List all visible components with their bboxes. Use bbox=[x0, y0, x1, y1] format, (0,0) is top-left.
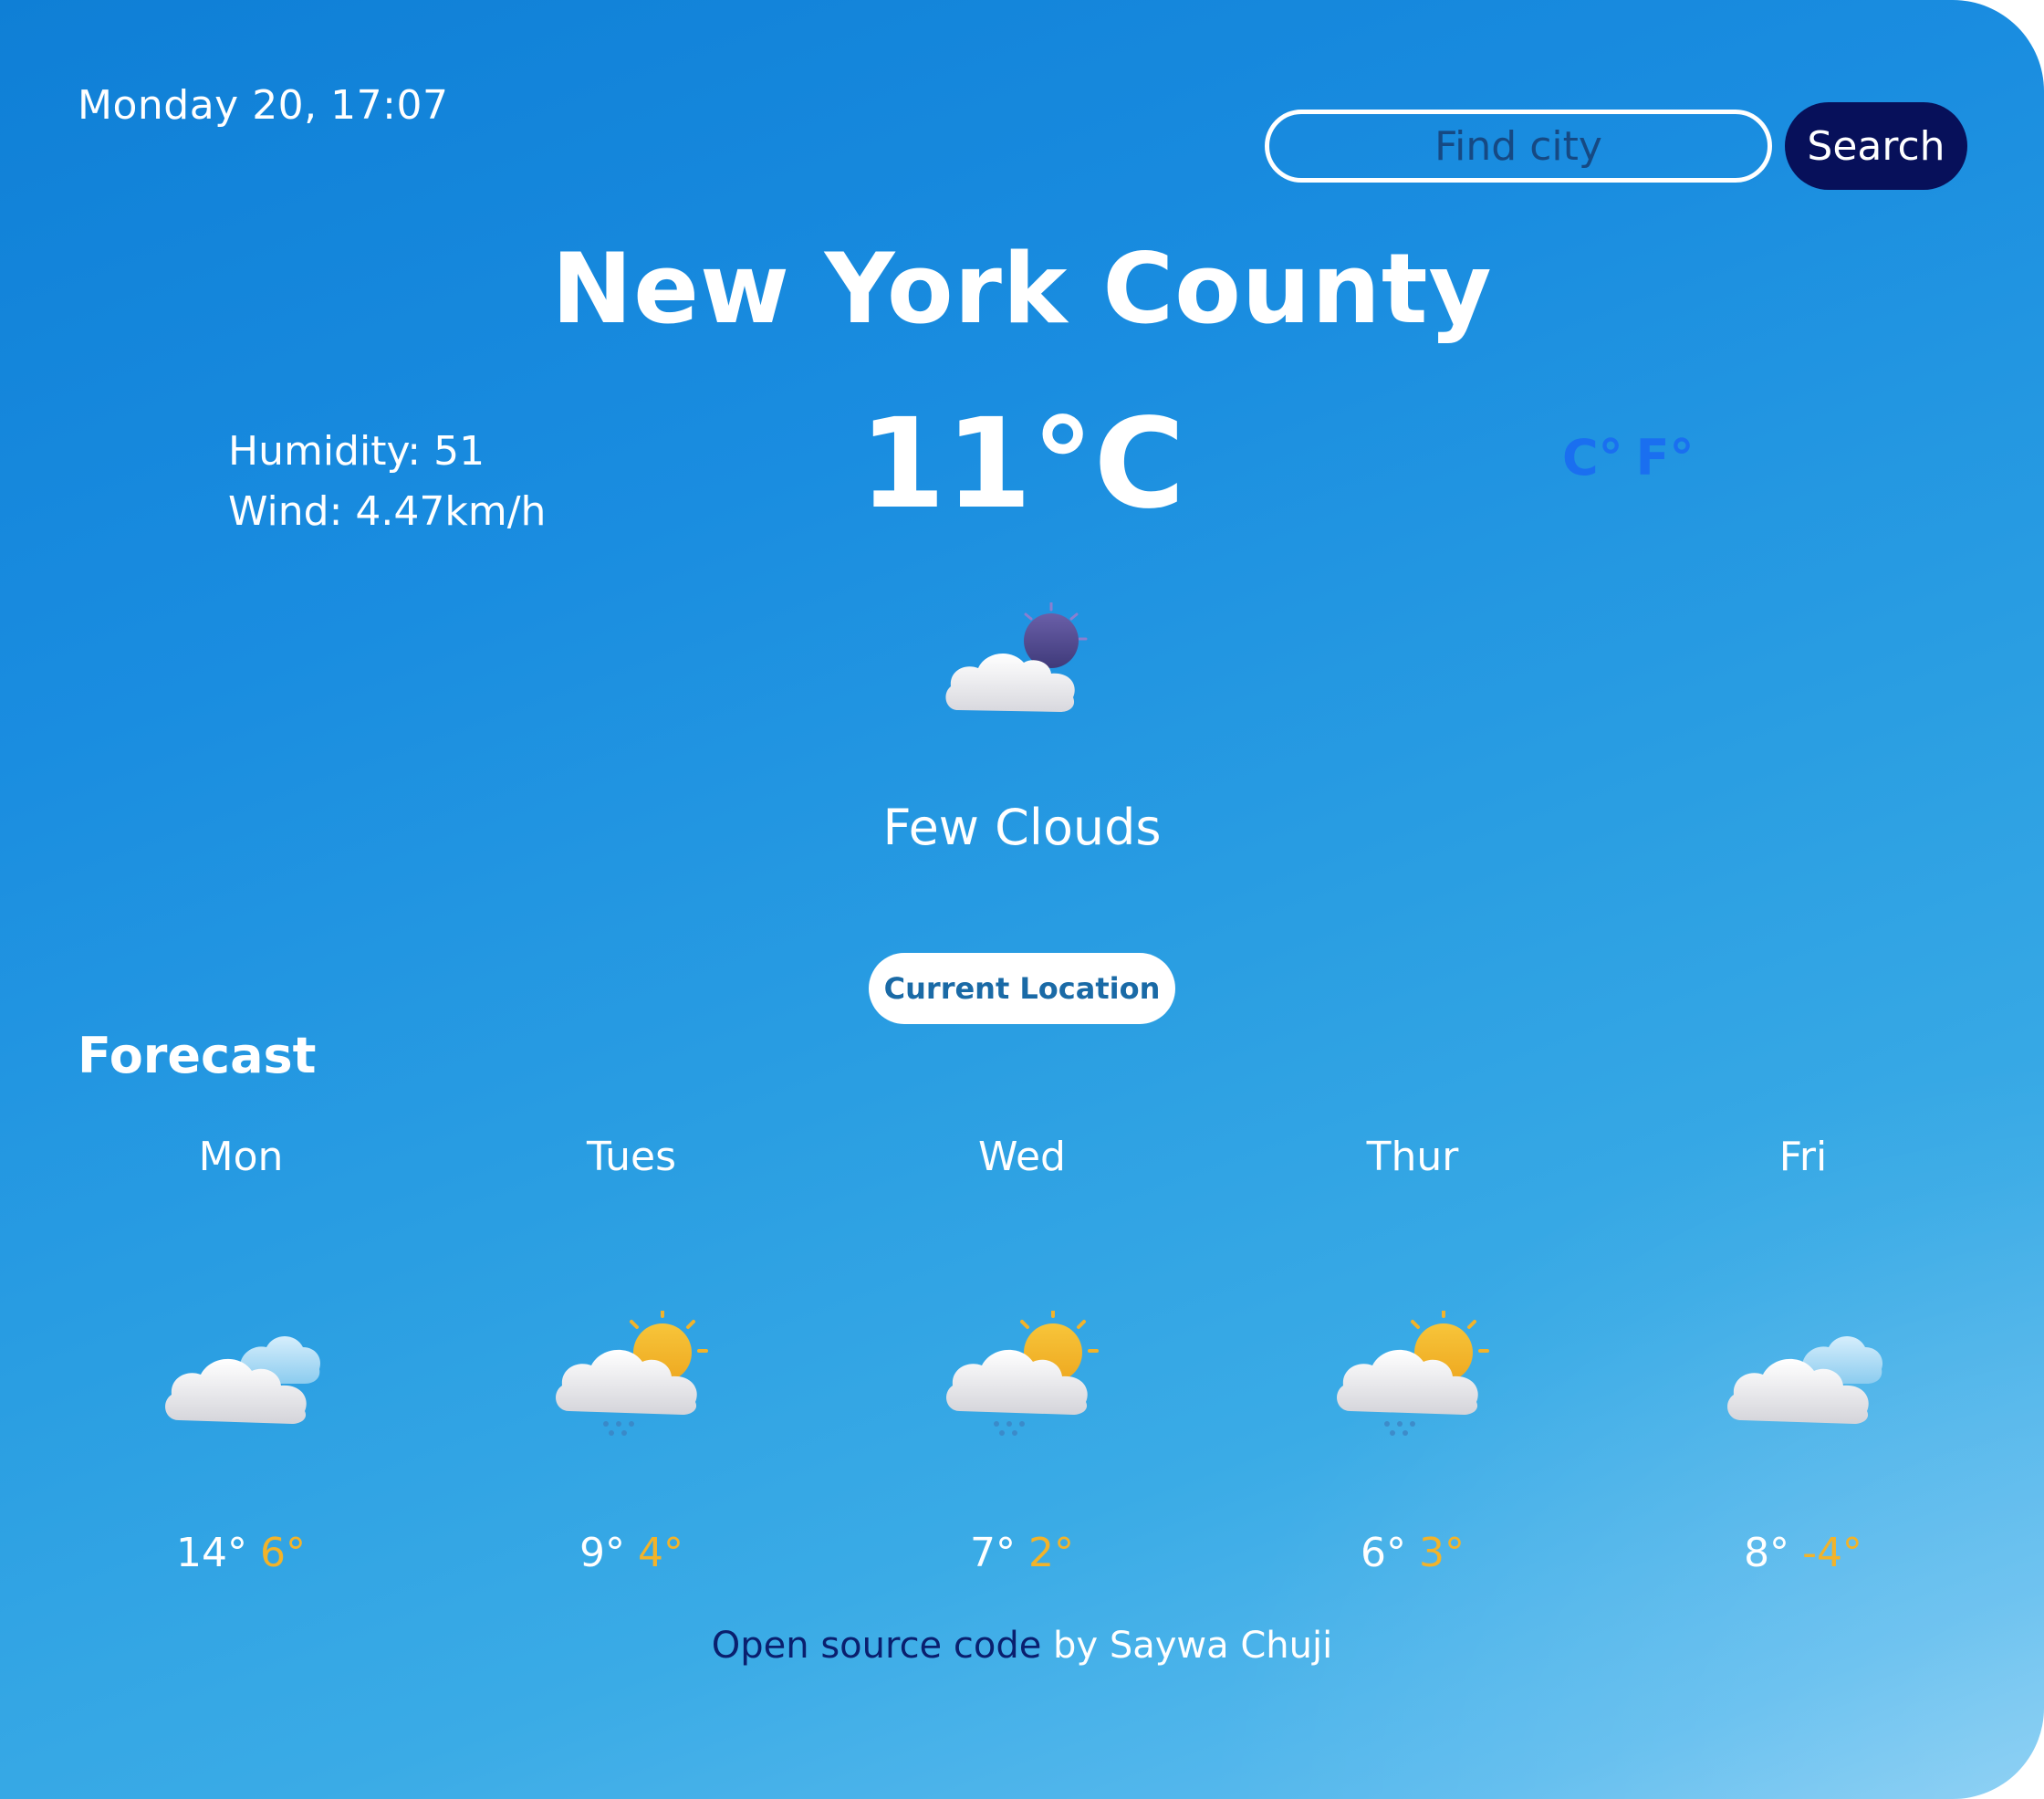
forecast-day: Thur 6° 3° bbox=[1276, 1132, 1549, 1576]
city-name: New York County bbox=[551, 233, 1493, 345]
forecast-max-temp: 6° bbox=[1361, 1530, 1406, 1576]
forecast-min-temp: 2° bbox=[1028, 1530, 1074, 1576]
cloudy-icon bbox=[1727, 1336, 1883, 1424]
forecast-max-temp: 14° bbox=[176, 1530, 247, 1576]
forecast-day-name: Thur bbox=[1366, 1134, 1459, 1180]
current-temperature: 11°C bbox=[859, 392, 1185, 537]
weather-description: Few Clouds bbox=[882, 799, 1162, 856]
forecast-title: Forecast bbox=[78, 1027, 317, 1084]
forecast-temps: 6° 3° bbox=[1276, 1530, 1549, 1576]
unit-toggle: C° F° bbox=[1562, 429, 1707, 486]
forecast-temps: 8° -4° bbox=[1666, 1530, 1940, 1576]
sun-rain-icon bbox=[556, 1311, 708, 1436]
forecast-day: Mon 14° 6° bbox=[104, 1132, 378, 1576]
weather-app: Monday 20, 17:07 Search New York County … bbox=[0, 0, 2044, 1799]
forecast-day-name: Tues bbox=[586, 1134, 677, 1180]
fahrenheit-link[interactable]: F° bbox=[1636, 429, 1695, 486]
open-source-link[interactable]: Open source code bbox=[712, 1625, 1042, 1667]
forecast-day-name: Mon bbox=[198, 1134, 284, 1180]
forecast-day-name: Wed bbox=[978, 1134, 1066, 1180]
forecast-min-temp: -4° bbox=[1802, 1530, 1862, 1576]
forecast-temps: 14° 6° bbox=[104, 1530, 378, 1576]
search-button[interactable]: Search bbox=[1785, 102, 1967, 190]
forecast-list: Mon 14° 6° Tues 9° 4° Wed 7° 2° Thur 6° … bbox=[0, 1132, 2044, 1576]
few-clouds-night-icon bbox=[945, 602, 1088, 712]
city-search-input[interactable] bbox=[1265, 110, 1772, 183]
forecast-min-temp: 6° bbox=[260, 1530, 306, 1576]
forecast-max-temp: 7° bbox=[970, 1530, 1016, 1576]
forecast-temps: 9° 4° bbox=[495, 1530, 768, 1576]
current-location-button[interactable]: Current Location bbox=[869, 953, 1175, 1024]
forecast-temps: 7° 2° bbox=[885, 1530, 1159, 1576]
forecast-min-temp: 3° bbox=[1419, 1530, 1465, 1576]
celsius-link[interactable]: C° bbox=[1562, 429, 1623, 486]
forecast-max-temp: 8° bbox=[1744, 1530, 1790, 1576]
footer: Open source code by Saywa Chuji bbox=[0, 1625, 2044, 1667]
author-credit: by Saywa Chuji bbox=[1041, 1625, 1333, 1667]
forecast-day: Fri 8° -4° bbox=[1666, 1132, 1940, 1576]
search-form: Search bbox=[1265, 102, 1967, 190]
sun-rain-icon bbox=[946, 1311, 1099, 1436]
forecast-max-temp: 9° bbox=[579, 1530, 625, 1576]
cloudy-icon bbox=[165, 1336, 321, 1424]
forecast-day-name: Fri bbox=[1778, 1134, 1828, 1180]
forecast-day: Wed 7° 2° bbox=[885, 1132, 1159, 1576]
forecast-min-temp: 4° bbox=[638, 1530, 683, 1576]
forecast-day: Tues 9° 4° bbox=[495, 1132, 768, 1576]
sun-rain-icon bbox=[1337, 1311, 1489, 1436]
current-datetime: Monday 20, 17:07 bbox=[78, 82, 449, 129]
